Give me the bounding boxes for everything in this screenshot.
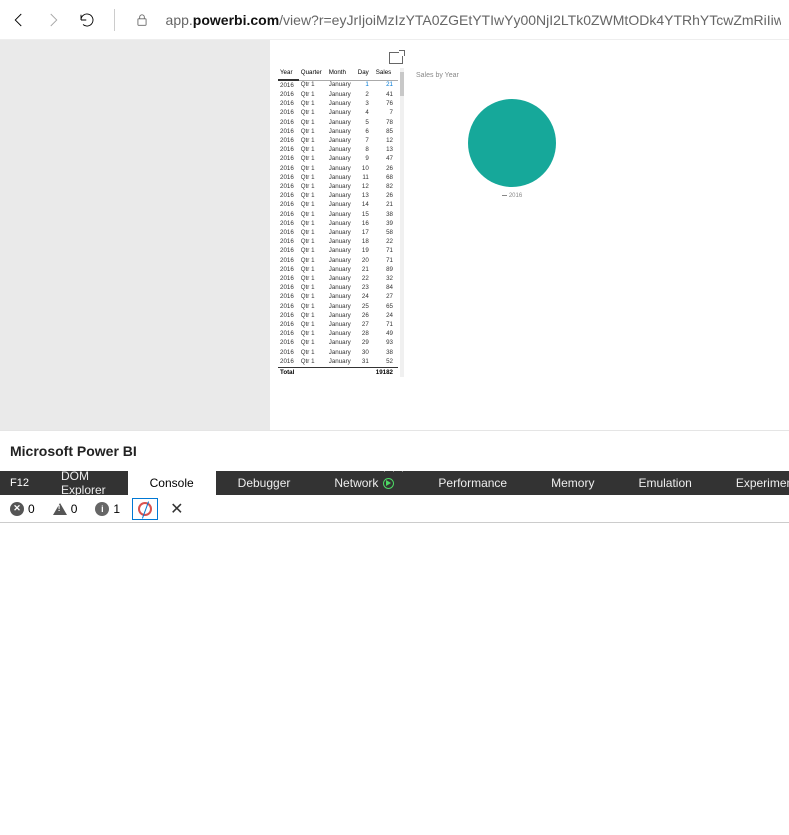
url-path: /view?r=eyJrIjoiMzIzYTA0ZGEtYTIwYy00NjI2… [279, 12, 781, 28]
table-row[interactable]: 2016Qtr 1January1538 [278, 210, 398, 219]
table-row[interactable]: 2016Qtr 1January2565 [278, 302, 398, 311]
info-count[interactable]: i 1 [89, 500, 126, 518]
refresh-button[interactable] [76, 8, 98, 32]
total-value: 19182 [374, 367, 398, 377]
table-row[interactable]: 2016Qtr 1January2189 [278, 265, 398, 274]
info-icon: i [95, 502, 109, 516]
tab-memory[interactable]: Memory [529, 471, 616, 495]
pie-title: Sales by Year [416, 72, 608, 79]
devtools-toolbar: ✕ 0 0 i 1 ✕ [0, 495, 789, 523]
url-domain: powerbi.com [193, 12, 279, 28]
tab-emulation[interactable]: Emulation [616, 471, 713, 495]
table-row[interactable]: 2016Qtr 1January2993 [278, 339, 398, 348]
col-quarter[interactable]: Quarter [299, 68, 327, 80]
error-count[interactable]: ✕ 0 [4, 500, 41, 518]
table-row[interactable]: 2016Qtr 1January2232 [278, 274, 398, 283]
table-row[interactable]: 2016Qtr 1January1026 [278, 164, 398, 173]
network-record-icon [383, 478, 394, 489]
tab-performance[interactable]: Performance [416, 471, 529, 495]
table-row[interactable]: 2016Qtr 1January1971 [278, 247, 398, 256]
table-row[interactable]: 2016Qtr 1January2849 [278, 330, 398, 339]
report-canvas: Year Quarter Month Day Sales 2016Qtr 1Ja… [270, 40, 789, 430]
table-row[interactable]: 2016Qtr 1January578 [278, 118, 398, 127]
tab-dom-explorer[interactable]: DOM Explorer [39, 471, 128, 495]
table-row[interactable]: 2016Qtr 1January2427 [278, 293, 398, 302]
table-row[interactable]: 2016Qtr 1January2071 [278, 256, 398, 265]
total-label: Total [278, 367, 374, 377]
target-icon [138, 502, 152, 516]
table-row[interactable]: 2016Qtr 1January1758 [278, 228, 398, 237]
table-row[interactable]: 2016Qtr 1January3038 [278, 348, 398, 357]
forward-button[interactable] [42, 8, 64, 32]
table-row[interactable]: 2016Qtr 1January47 [278, 109, 398, 118]
separator [114, 9, 115, 31]
close-icon: ✕ [170, 499, 183, 519]
f12-label: F12 [0, 477, 39, 489]
pie-visual[interactable]: Sales by Year 2016 [412, 68, 612, 377]
url-prefix: app. [166, 12, 193, 28]
table-row[interactable]: 2016Qtr 1January1639 [278, 219, 398, 228]
warning-icon [53, 503, 67, 515]
devtools-tabstrip: · · · F12 DOM Explorer Console Debugger … [0, 471, 789, 495]
error-icon: ✕ [10, 502, 24, 516]
table-row[interactable]: 2016Qtr 1January1822 [278, 238, 398, 247]
tab-debugger[interactable]: Debugger [216, 471, 313, 495]
table-row[interactable]: 2016Qtr 1January947 [278, 155, 398, 164]
report-area: Year Quarter Month Day Sales 2016Qtr 1Ja… [0, 40, 789, 430]
table-row[interactable]: 2016Qtr 1January376 [278, 100, 398, 109]
table-row[interactable]: 2016Qtr 1January241 [278, 90, 398, 99]
table-row[interactable]: 2016Qtr 1January2384 [278, 284, 398, 293]
table-row[interactable]: 2016Qtr 1January1282 [278, 182, 398, 191]
report-gutter [0, 40, 270, 430]
table-row[interactable]: 2016Qtr 1January3152 [278, 357, 398, 367]
table-row[interactable]: 2016Qtr 1January1168 [278, 173, 398, 182]
col-day[interactable]: Day [356, 68, 374, 80]
sales-table: Year Quarter Month Day Sales 2016Qtr 1Ja… [278, 68, 398, 377]
focus-mode-icon[interactable] [389, 52, 403, 64]
col-year[interactable]: Year [278, 68, 299, 80]
address-bar[interactable]: app.powerbi.com/view?r=eyJrIjoiMzIzYTA0Z… [166, 12, 781, 28]
table-visual[interactable]: Year Quarter Month Day Sales 2016Qtr 1Ja… [278, 68, 404, 377]
pie-chart [468, 99, 556, 187]
tab-console[interactable]: Console [128, 471, 216, 495]
table-scrollbar[interactable] [400, 68, 404, 377]
tab-experiments[interactable]: Experiments [714, 471, 789, 495]
table-row[interactable]: 2016Qtr 1January2771 [278, 320, 398, 329]
browser-toolbar: app.powerbi.com/view?r=eyJrIjoiMzIzYTA0Z… [0, 0, 789, 40]
table-row[interactable]: 2016Qtr 1January1421 [278, 201, 398, 210]
app-title: Microsoft Power BI [0, 430, 789, 471]
back-button[interactable] [8, 8, 30, 32]
drag-handle-icon[interactable]: · · · [383, 467, 405, 476]
table-row[interactable]: 2016Qtr 1January685 [278, 127, 398, 136]
clear-on-navigate-button[interactable] [132, 498, 158, 520]
table-row[interactable]: 2016Qtr 1January121 [278, 80, 398, 90]
col-sales[interactable]: Sales [374, 68, 398, 80]
table-row[interactable]: 2016Qtr 1January2624 [278, 311, 398, 320]
table-row[interactable]: 2016Qtr 1January1326 [278, 192, 398, 201]
table-row[interactable]: 2016Qtr 1January712 [278, 136, 398, 145]
table-row[interactable]: 2016Qtr 1January813 [278, 146, 398, 155]
lock-icon [131, 8, 153, 32]
warning-count[interactable]: 0 [47, 500, 84, 518]
clear-button[interactable]: ✕ [164, 497, 189, 521]
pie-label: 2016 [416, 193, 608, 199]
col-month[interactable]: Month [327, 68, 356, 80]
